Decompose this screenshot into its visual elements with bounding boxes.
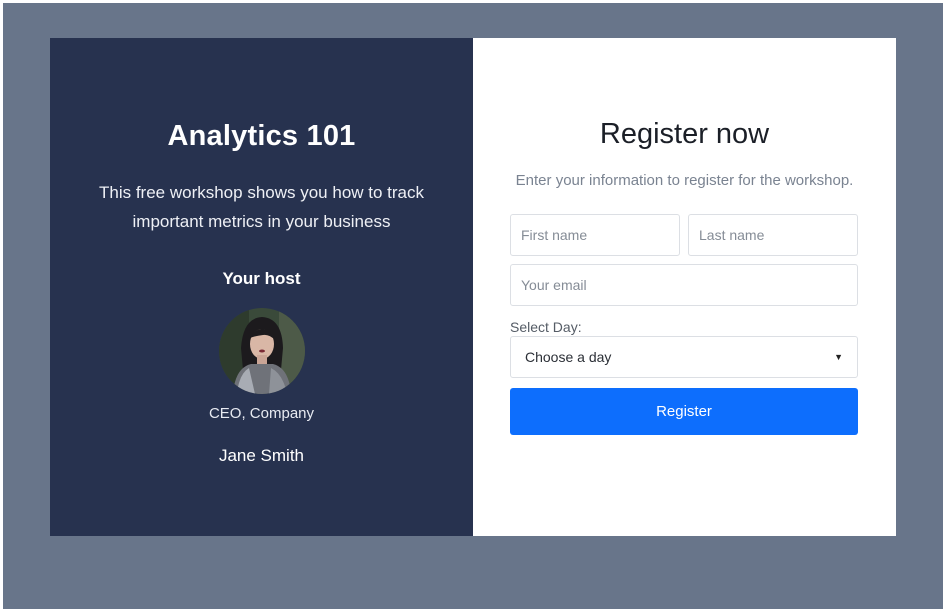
register-button[interactable]: Register xyxy=(510,388,858,435)
form-title: Register now xyxy=(599,118,770,150)
host-heading: Your host xyxy=(222,269,301,288)
email-input[interactable] xyxy=(510,264,858,306)
chevron-down-icon: ▼ xyxy=(834,352,843,362)
registration-card: Analytics 101 This free workshop shows y… xyxy=(50,38,896,536)
workshop-description: This free workshop shows you how to trac… xyxy=(98,183,425,231)
workshop-info-panel: Analytics 101 This free workshop shows y… xyxy=(50,38,473,536)
last-name-input[interactable] xyxy=(688,214,858,256)
first-name-input[interactable] xyxy=(510,214,680,256)
registration-form-panel: Register now Enter your information to r… xyxy=(473,38,896,536)
workshop-title: Analytics 101 xyxy=(167,120,356,152)
day-select-value: Choose a day xyxy=(525,349,612,365)
select-day-label: Select Day: xyxy=(510,319,582,335)
host-role: CEO, Company xyxy=(208,405,315,422)
day-select[interactable]: Choose a day ▼ xyxy=(510,336,858,378)
host-name: Jane Smith xyxy=(218,446,305,465)
host-avatar xyxy=(219,308,305,394)
form-subtitle: Enter your information to register for t… xyxy=(515,172,854,189)
